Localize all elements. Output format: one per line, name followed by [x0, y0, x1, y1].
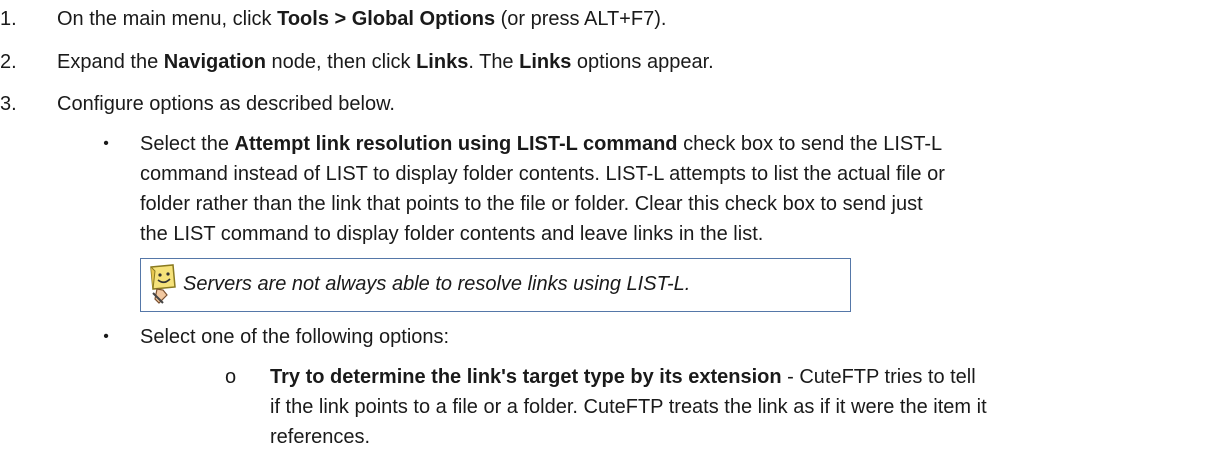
step-text-part: . The	[468, 51, 520, 73]
step-number: 2.	[0, 51, 17, 73]
option-name: Try to determine the link's target type …	[270, 366, 782, 388]
step-number: 1.	[0, 8, 17, 30]
checkbox-option-name: Attempt link resolution using LIST-L com…	[234, 133, 678, 155]
menu-path: Tools > Global Options	[277, 8, 496, 30]
bullet-marker: •	[103, 135, 109, 152]
sub-option-line-3: references.	[270, 426, 371, 448]
bullet-1-line-4: the LIST command to display folder conte…	[140, 223, 764, 245]
bullet-2-text: Select one of the following options:	[140, 326, 450, 348]
sub-option-line-2: if the link points to a file or a folder…	[270, 396, 987, 418]
step-number: 3.	[0, 93, 17, 115]
step-text-part: options appear.	[571, 51, 714, 73]
note-box: Servers are not always able to resolve l…	[140, 258, 851, 312]
step-text-part: node, then click	[266, 51, 417, 73]
step-text: On the main menu, click Tools > Global O…	[57, 4, 666, 34]
note-text: Servers are not always able to resolve l…	[183, 273, 691, 295]
note-icon	[150, 264, 176, 304]
step-text-part: On the main menu, click	[57, 8, 278, 30]
step-text-part: (or press ALT+F7).	[495, 8, 667, 30]
bullet-1-line-3: folder rather than the link that points …	[140, 193, 923, 215]
text-part: Select the	[140, 133, 235, 155]
sub-bullet-marker: o	[225, 366, 237, 388]
ui-term: Links	[416, 51, 469, 73]
bullet-marker: •	[103, 328, 109, 345]
step-text: Configure options as described below.	[57, 93, 395, 115]
text-part: - CuteFTP tries to tell	[781, 366, 976, 388]
bullet-1-line-1: Select the Attempt link resolution using…	[140, 129, 1215, 159]
ui-term: Navigation	[163, 51, 266, 73]
bullet-1-line-2: command instead of LIST to display folde…	[140, 163, 945, 185]
ui-term: Links	[519, 51, 572, 73]
text-part: check box to send the LIST-L	[677, 133, 943, 155]
step-text-part: Expand the	[57, 51, 164, 73]
step-text: Expand the Navigation node, then click L…	[57, 47, 714, 77]
sub-option-line-1: Try to determine the link's target type …	[270, 362, 1215, 392]
